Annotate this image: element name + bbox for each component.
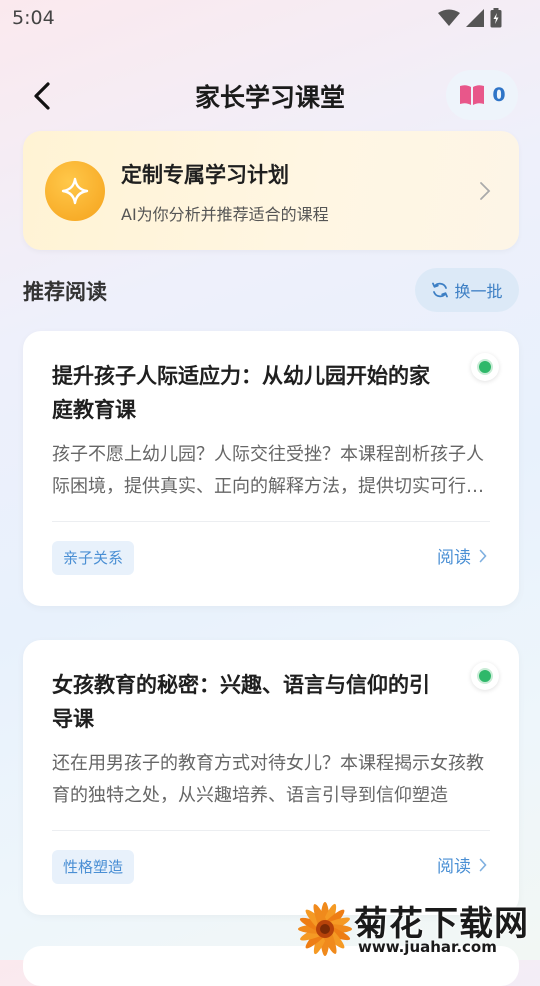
course-tag: 性格塑造 [52,850,135,884]
chevron-right-icon [479,549,487,562]
course-description: 还在用男孩子的教育方式对待女儿？本课程揭示女孩教育的独特之处，从兴趣培养、语言引… [52,753,484,806]
bookshelf-button[interactable]: 0 [446,70,518,120]
watermark-url: www.juahar.com [358,938,497,956]
status-icons [438,8,502,28]
watermark: 菊花下载网 www.juahar.com [288,896,540,960]
custom-plan-card[interactable]: 定制专属学习计划 AI为你分析并推荐适合的课程 [23,131,519,250]
refresh-icon [432,282,449,298]
course-title: 女孩教育的秘密：兴趣、语言与信仰的引导课 [52,673,430,731]
divider [52,830,490,831]
section-title: 推荐阅读 [23,280,107,304]
refresh-button[interactable]: 换一批 [415,268,519,312]
signal-icon [466,9,484,27]
course-description: 孩子不愿上幼儿园？人际交往受挫？本课程剖析孩子人际困境，提供真实、正向的解释方法… [52,444,484,497]
plan-subtitle: AI为你分析并推荐适合的课程 [121,205,329,224]
flower-logo-icon [298,902,352,956]
refresh-label: 换一批 [454,282,503,301]
course-card[interactable]: 提升孩子人际适应力：从幼儿园开始的家庭教育课 孩子不愿上幼儿园？人际交往受挫？本… [23,331,519,606]
course-tag: 亲子关系 [52,541,135,575]
book-icon [460,85,485,105]
course-title: 提升孩子人际适应力：从幼儿园开始的家庭教育课 [52,364,430,422]
read-label: 阅读 [437,548,471,568]
battery-icon [490,8,502,28]
selected-radio[interactable] [471,353,499,381]
wifi-icon [438,9,460,26]
divider [52,521,490,522]
read-button[interactable]: 阅读 [437,852,487,877]
course-card[interactable]: 女孩教育的秘密：兴趣、语言与信仰的引导课 还在用男孩子的教育方式对待女儿？本课程… [23,640,519,915]
status-bar: 5:04 [0,0,540,36]
chevron-right-icon [480,182,491,200]
radio-dot-icon [477,359,493,375]
selected-radio[interactable] [471,662,499,690]
book-count: 0 [492,84,506,106]
status-time: 5:04 [12,7,55,29]
plan-title: 定制专属学习计划 [121,163,289,187]
read-button[interactable]: 阅读 [437,543,487,568]
sparkle-icon [45,161,105,221]
read-label: 阅读 [437,857,471,877]
header: 家长学习课堂 0 [0,62,540,128]
chevron-right-icon [479,858,487,871]
radio-dot-icon [477,668,493,684]
